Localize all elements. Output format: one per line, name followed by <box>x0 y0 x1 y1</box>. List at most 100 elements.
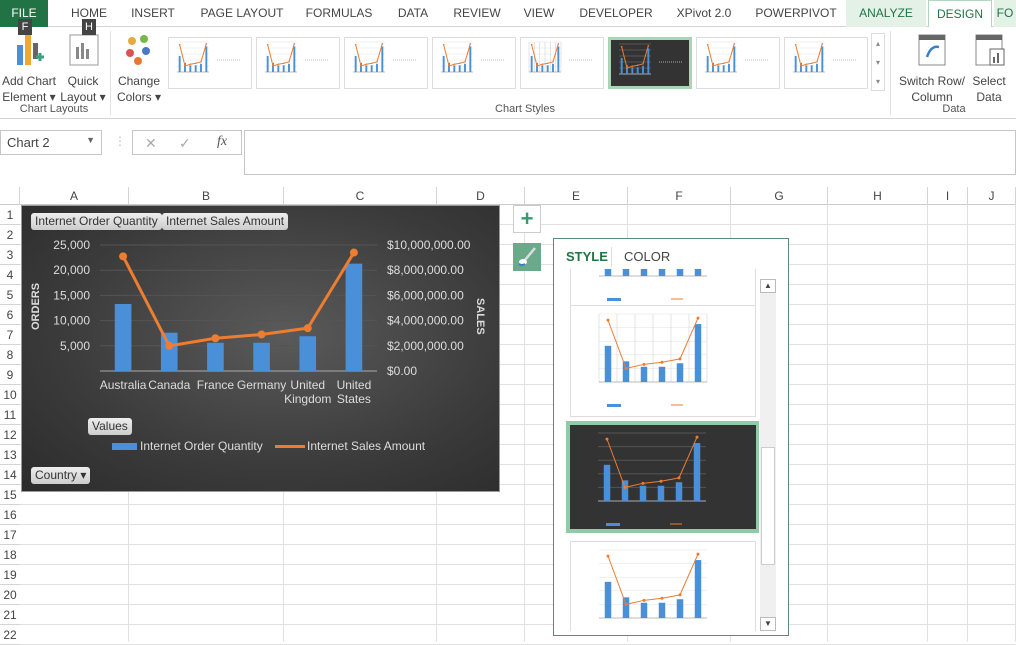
sales-point-united-states[interactable] <box>821 43 824 45</box>
sales-point-australia[interactable] <box>605 437 609 441</box>
sales-point-united-kingdom[interactable] <box>678 357 682 361</box>
row-header-8[interactable]: 8 <box>0 345 20 365</box>
sales-point-united-states[interactable] <box>647 45 650 47</box>
bar-germany[interactable] <box>658 269 666 276</box>
row-header-4[interactable]: 4 <box>0 265 20 285</box>
bar-germany[interactable] <box>722 65 725 72</box>
sales-point-australia[interactable] <box>620 45 623 48</box>
bar-germany[interactable] <box>657 485 665 501</box>
column-header-e[interactable]: E <box>525 187 628 205</box>
bar-canada[interactable] <box>622 269 630 276</box>
sales-point-canada[interactable] <box>272 65 274 67</box>
bar-australia[interactable] <box>794 56 797 72</box>
bar-australia[interactable] <box>114 303 132 371</box>
bar-germany[interactable] <box>546 65 549 72</box>
sales-line[interactable] <box>795 43 823 67</box>
row-header-18[interactable]: 18 <box>0 545 20 565</box>
sales-point-canada[interactable] <box>536 65 538 67</box>
bar-united-kingdom[interactable] <box>676 269 684 276</box>
bar-united-kingdom[interactable] <box>676 363 684 382</box>
column-header-b[interactable]: B <box>129 187 284 205</box>
bar-france[interactable] <box>207 342 224 371</box>
tab-insert[interactable]: INSERT <box>122 0 184 27</box>
sales-point-united-kingdom[interactable] <box>677 476 681 480</box>
bar-canada[interactable] <box>160 332 178 371</box>
sales-point-canada[interactable] <box>800 65 802 67</box>
sales-point-united-states[interactable] <box>349 248 358 257</box>
sales-point-germany[interactable] <box>257 330 266 339</box>
sales-point-france[interactable] <box>717 63 720 65</box>
chart-styles-button[interactable] <box>513 243 541 271</box>
row-header-13[interactable]: 13 <box>0 445 20 465</box>
sales-point-germany[interactable] <box>282 62 285 65</box>
bar-australia[interactable] <box>604 345 612 382</box>
bar-united-states[interactable] <box>469 46 472 72</box>
tab-fo[interactable]: FO <box>994 0 1016 27</box>
sales-point-united-states[interactable] <box>469 43 472 45</box>
sales-point-australia[interactable] <box>606 554 610 558</box>
row-header-7[interactable]: 7 <box>0 325 20 345</box>
bar-australia[interactable] <box>266 56 269 72</box>
sales-point-united-states[interactable] <box>733 43 736 45</box>
row-header-12[interactable]: 12 <box>0 425 20 445</box>
bar-united-states[interactable] <box>694 324 702 382</box>
sales-line[interactable] <box>267 43 295 67</box>
bar-canada[interactable] <box>622 597 630 618</box>
sales-point-australia[interactable] <box>606 318 610 322</box>
bar-united-kingdom[interactable] <box>200 63 202 72</box>
formula-input[interactable] <box>244 130 1016 175</box>
quick-layout-button[interactable]: Quick Layout ▾ <box>60 31 106 105</box>
bar-united-kingdom[interactable] <box>816 63 818 72</box>
sales-point-france[interactable] <box>365 63 368 65</box>
chart-style-2[interactable] <box>256 37 340 89</box>
scroll-down-button[interactable]: ▼ <box>760 617 776 631</box>
bar-united-kingdom[interactable] <box>376 63 378 72</box>
gallery-scroll[interactable]: ▴ ▾ ▾ <box>871 33 885 91</box>
row-header-3[interactable]: 3 <box>0 245 20 265</box>
sales-point-australia[interactable] <box>354 43 357 46</box>
tab-developer[interactable]: DEVELOPER <box>574 0 658 27</box>
style-option-4[interactable] <box>570 541 756 631</box>
row-header-19[interactable]: 19 <box>0 565 20 585</box>
sales-point-germany[interactable] <box>458 62 461 65</box>
row-header-14[interactable]: 14 <box>0 465 20 485</box>
select-data-button[interactable]: Select Data <box>968 31 1010 105</box>
row-header-1[interactable]: 1 <box>0 205 20 225</box>
sales-point-united-kingdom[interactable] <box>678 593 682 597</box>
tab-data[interactable]: DATA <box>388 0 438 27</box>
chart-elements-button[interactable]: + <box>513 205 541 233</box>
bar-france[interactable] <box>277 65 280 72</box>
sales-point-australia[interactable] <box>266 43 269 46</box>
sales-point-france[interactable] <box>541 63 544 65</box>
bar-united-kingdom[interactable] <box>675 482 683 501</box>
select-all-button[interactable] <box>0 187 20 205</box>
sales-point-canada[interactable] <box>624 602 628 606</box>
bar-united-states[interactable] <box>345 263 363 371</box>
cancel-icon[interactable]: ✕ <box>145 135 157 152</box>
sales-point-united-kingdom[interactable] <box>376 61 378 63</box>
sales-point-united-kingdom[interactable] <box>288 61 290 63</box>
sales-point-australia[interactable] <box>530 43 533 46</box>
bar-united-states[interactable] <box>293 46 296 72</box>
sales-point-canada[interactable] <box>360 65 362 67</box>
add-chart-element-button[interactable]: Add Chart Element ▾ <box>0 31 58 105</box>
sales-line[interactable] <box>355 43 383 67</box>
sales-point-france[interactable] <box>642 598 646 602</box>
bar-germany[interactable] <box>636 67 639 74</box>
field-button-country[interactable]: Country ▾ <box>31 467 91 484</box>
bar-australia[interactable] <box>354 56 357 72</box>
tab-design[interactable]: DESIGN <box>928 0 992 27</box>
sales-line[interactable] <box>621 45 649 69</box>
bar-united-states[interactable] <box>821 46 824 72</box>
row-header-15[interactable]: 15 <box>0 485 20 505</box>
bar-australia[interactable] <box>604 581 612 618</box>
sales-point-france[interactable] <box>641 481 645 485</box>
sales-point-australia[interactable] <box>119 252 128 261</box>
bar-germany[interactable] <box>810 65 813 72</box>
sales-point-canada[interactable] <box>184 65 186 67</box>
sales-point-canada[interactable] <box>448 65 450 67</box>
row-header-17[interactable]: 17 <box>0 525 20 545</box>
bar-australia[interactable] <box>442 56 445 72</box>
row-header-9[interactable]: 9 <box>0 365 20 385</box>
bar-france[interactable] <box>365 65 368 72</box>
